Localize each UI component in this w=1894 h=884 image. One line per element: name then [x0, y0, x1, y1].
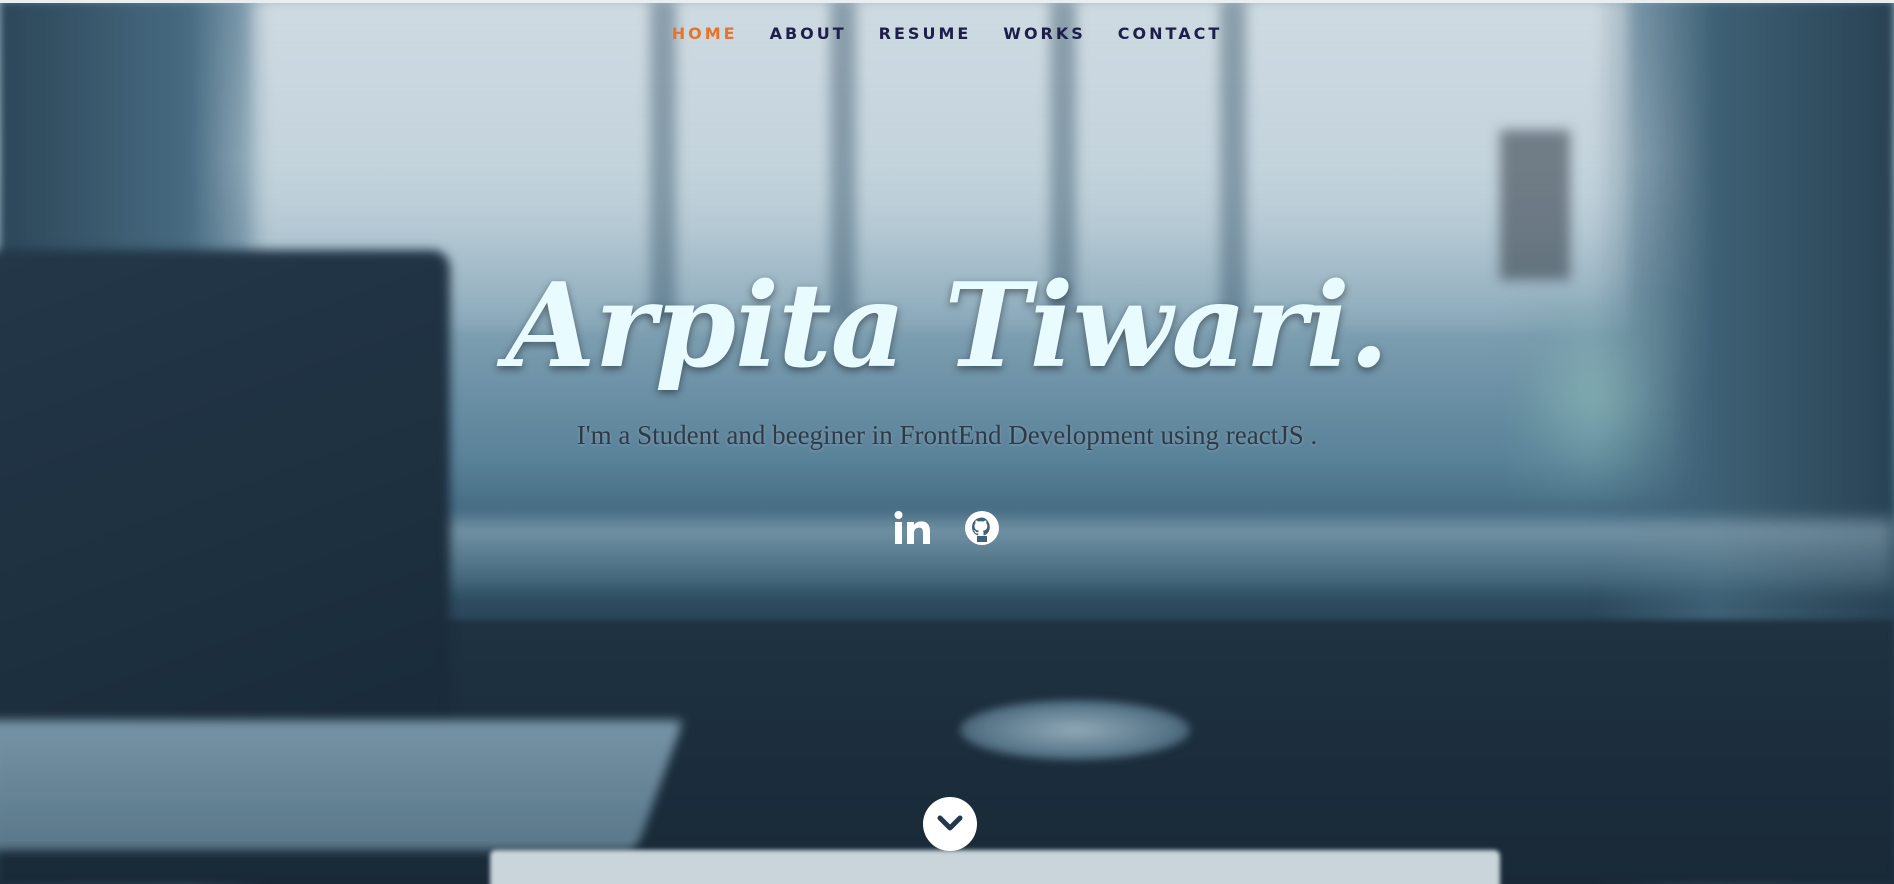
github-icon[interactable]	[962, 508, 1002, 548]
github-icon-graphic	[965, 511, 999, 545]
top-strip	[0, 0, 1894, 3]
chevron-down-icon	[937, 815, 963, 831]
linkedin-icon-graphic	[894, 511, 930, 544]
nav-item-resume[interactable]: RESUME	[879, 24, 972, 43]
scroll-down-button[interactable]	[923, 797, 977, 851]
linkedin-icon[interactable]	[892, 508, 932, 548]
nav-item-contact[interactable]: CONTACT	[1118, 24, 1222, 43]
page-subtitle: I'm a Student and beeginer in FrontEnd D…	[576, 420, 1318, 450]
social-links	[0, 508, 1894, 548]
main-nav: HOME ABOUT RESUME WORKS CONTACT	[0, 18, 1894, 48]
nav-item-works[interactable]: WORKS	[1003, 24, 1086, 43]
nav-item-about[interactable]: ABOUT	[770, 24, 847, 43]
nav-item-home[interactable]: HOME	[672, 24, 738, 43]
page-title: Arpita Tiwari.	[505, 258, 1389, 394]
hero-section: HOME ABOUT RESUME WORKS CONTACT Arpita T…	[0, 0, 1894, 884]
